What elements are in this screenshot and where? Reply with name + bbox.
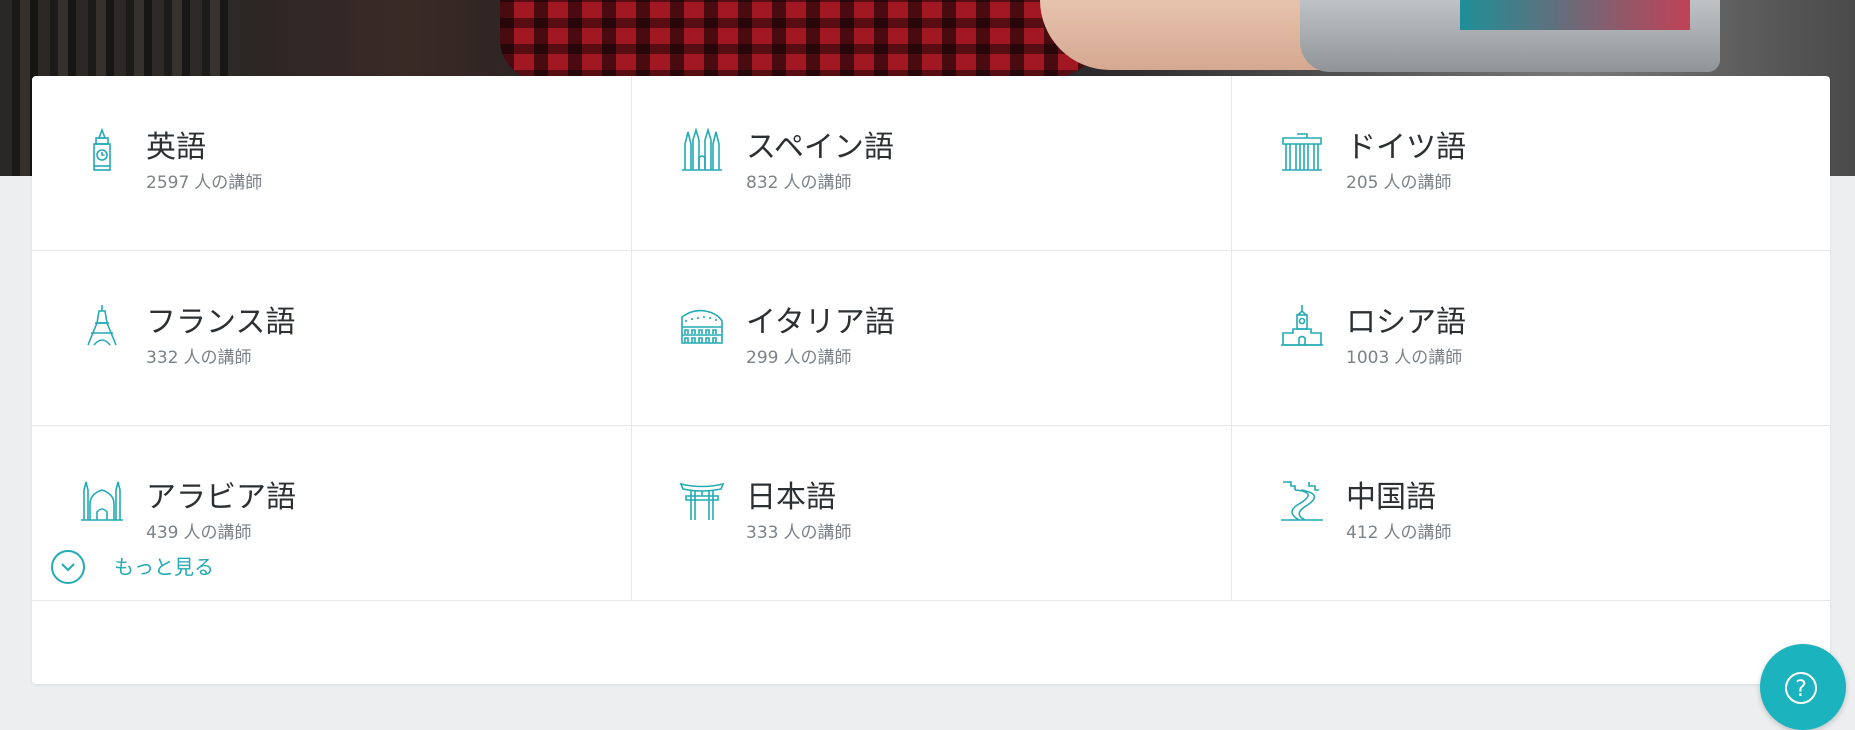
- language-grid: 英語 2597 人の講師 スペイン語 832 人の講師 ドイツ語 205 人の講…: [32, 76, 1830, 601]
- great-wall-icon: [1279, 478, 1325, 524]
- language-name: イタリア語: [746, 305, 895, 340]
- language-item-english[interactable]: 英語 2597 人の講師: [32, 76, 632, 251]
- language-name: 日本語: [746, 480, 836, 515]
- teacher-count: 412 人の講師: [1346, 523, 1452, 543]
- language-name: ロシア語: [1346, 305, 1466, 340]
- language-item-japanese[interactable]: 日本語 333 人の講師: [632, 426, 1232, 601]
- teacher-count: 832 人の講師: [746, 173, 852, 193]
- kremlin-icon: [1279, 303, 1325, 349]
- teacher-count: 332 人の講師: [146, 348, 252, 368]
- language-name: 中国語: [1346, 480, 1436, 515]
- language-item-russian[interactable]: ロシア語 1003 人の講師: [1232, 251, 1830, 426]
- teacher-count: 299 人の講師: [746, 348, 852, 368]
- help-icon: ?: [1785, 672, 1817, 704]
- language-name: ドイツ語: [1346, 130, 1466, 165]
- colosseum-icon: [679, 303, 725, 349]
- language-name: スペイン語: [746, 130, 894, 165]
- show-more-link[interactable]: もっと見る: [114, 554, 214, 580]
- mosque-icon: [79, 478, 125, 524]
- language-name: フランス語: [146, 305, 296, 340]
- language-name: 英語: [146, 130, 206, 165]
- brandenburg-gate-icon: [1279, 128, 1325, 174]
- chevron-down-icon: [61, 563, 75, 572]
- teacher-count: 1003 人の講師: [1346, 348, 1463, 368]
- language-item-spanish[interactable]: スペイン語 832 人の講師: [632, 76, 1232, 251]
- sagrada-familia-icon: [679, 128, 725, 174]
- teacher-count: 333 人の講師: [746, 523, 852, 543]
- torii-gate-icon: [679, 478, 725, 524]
- language-name: アラビア語: [146, 480, 296, 515]
- language-item-chinese[interactable]: 中国語 412 人の講師: [1232, 426, 1830, 601]
- language-item-french[interactable]: フランス語 332 人の講師: [32, 251, 632, 426]
- big-ben-icon: [79, 128, 125, 174]
- teacher-count: 2597 人の講師: [146, 173, 263, 193]
- language-card: 英語 2597 人の講師 スペイン語 832 人の講師 ドイツ語 205 人の講…: [32, 76, 1830, 684]
- teacher-count: 205 人の講師: [1346, 173, 1452, 193]
- language-item-german[interactable]: ドイツ語 205 人の講師: [1232, 76, 1830, 251]
- language-item-italian[interactable]: イタリア語 299 人の講師: [632, 251, 1232, 426]
- help-button[interactable]: ?: [1760, 644, 1846, 730]
- show-more-button[interactable]: [51, 550, 85, 584]
- eiffel-tower-icon: [79, 303, 125, 349]
- teacher-count: 439 人の講師: [146, 523, 252, 543]
